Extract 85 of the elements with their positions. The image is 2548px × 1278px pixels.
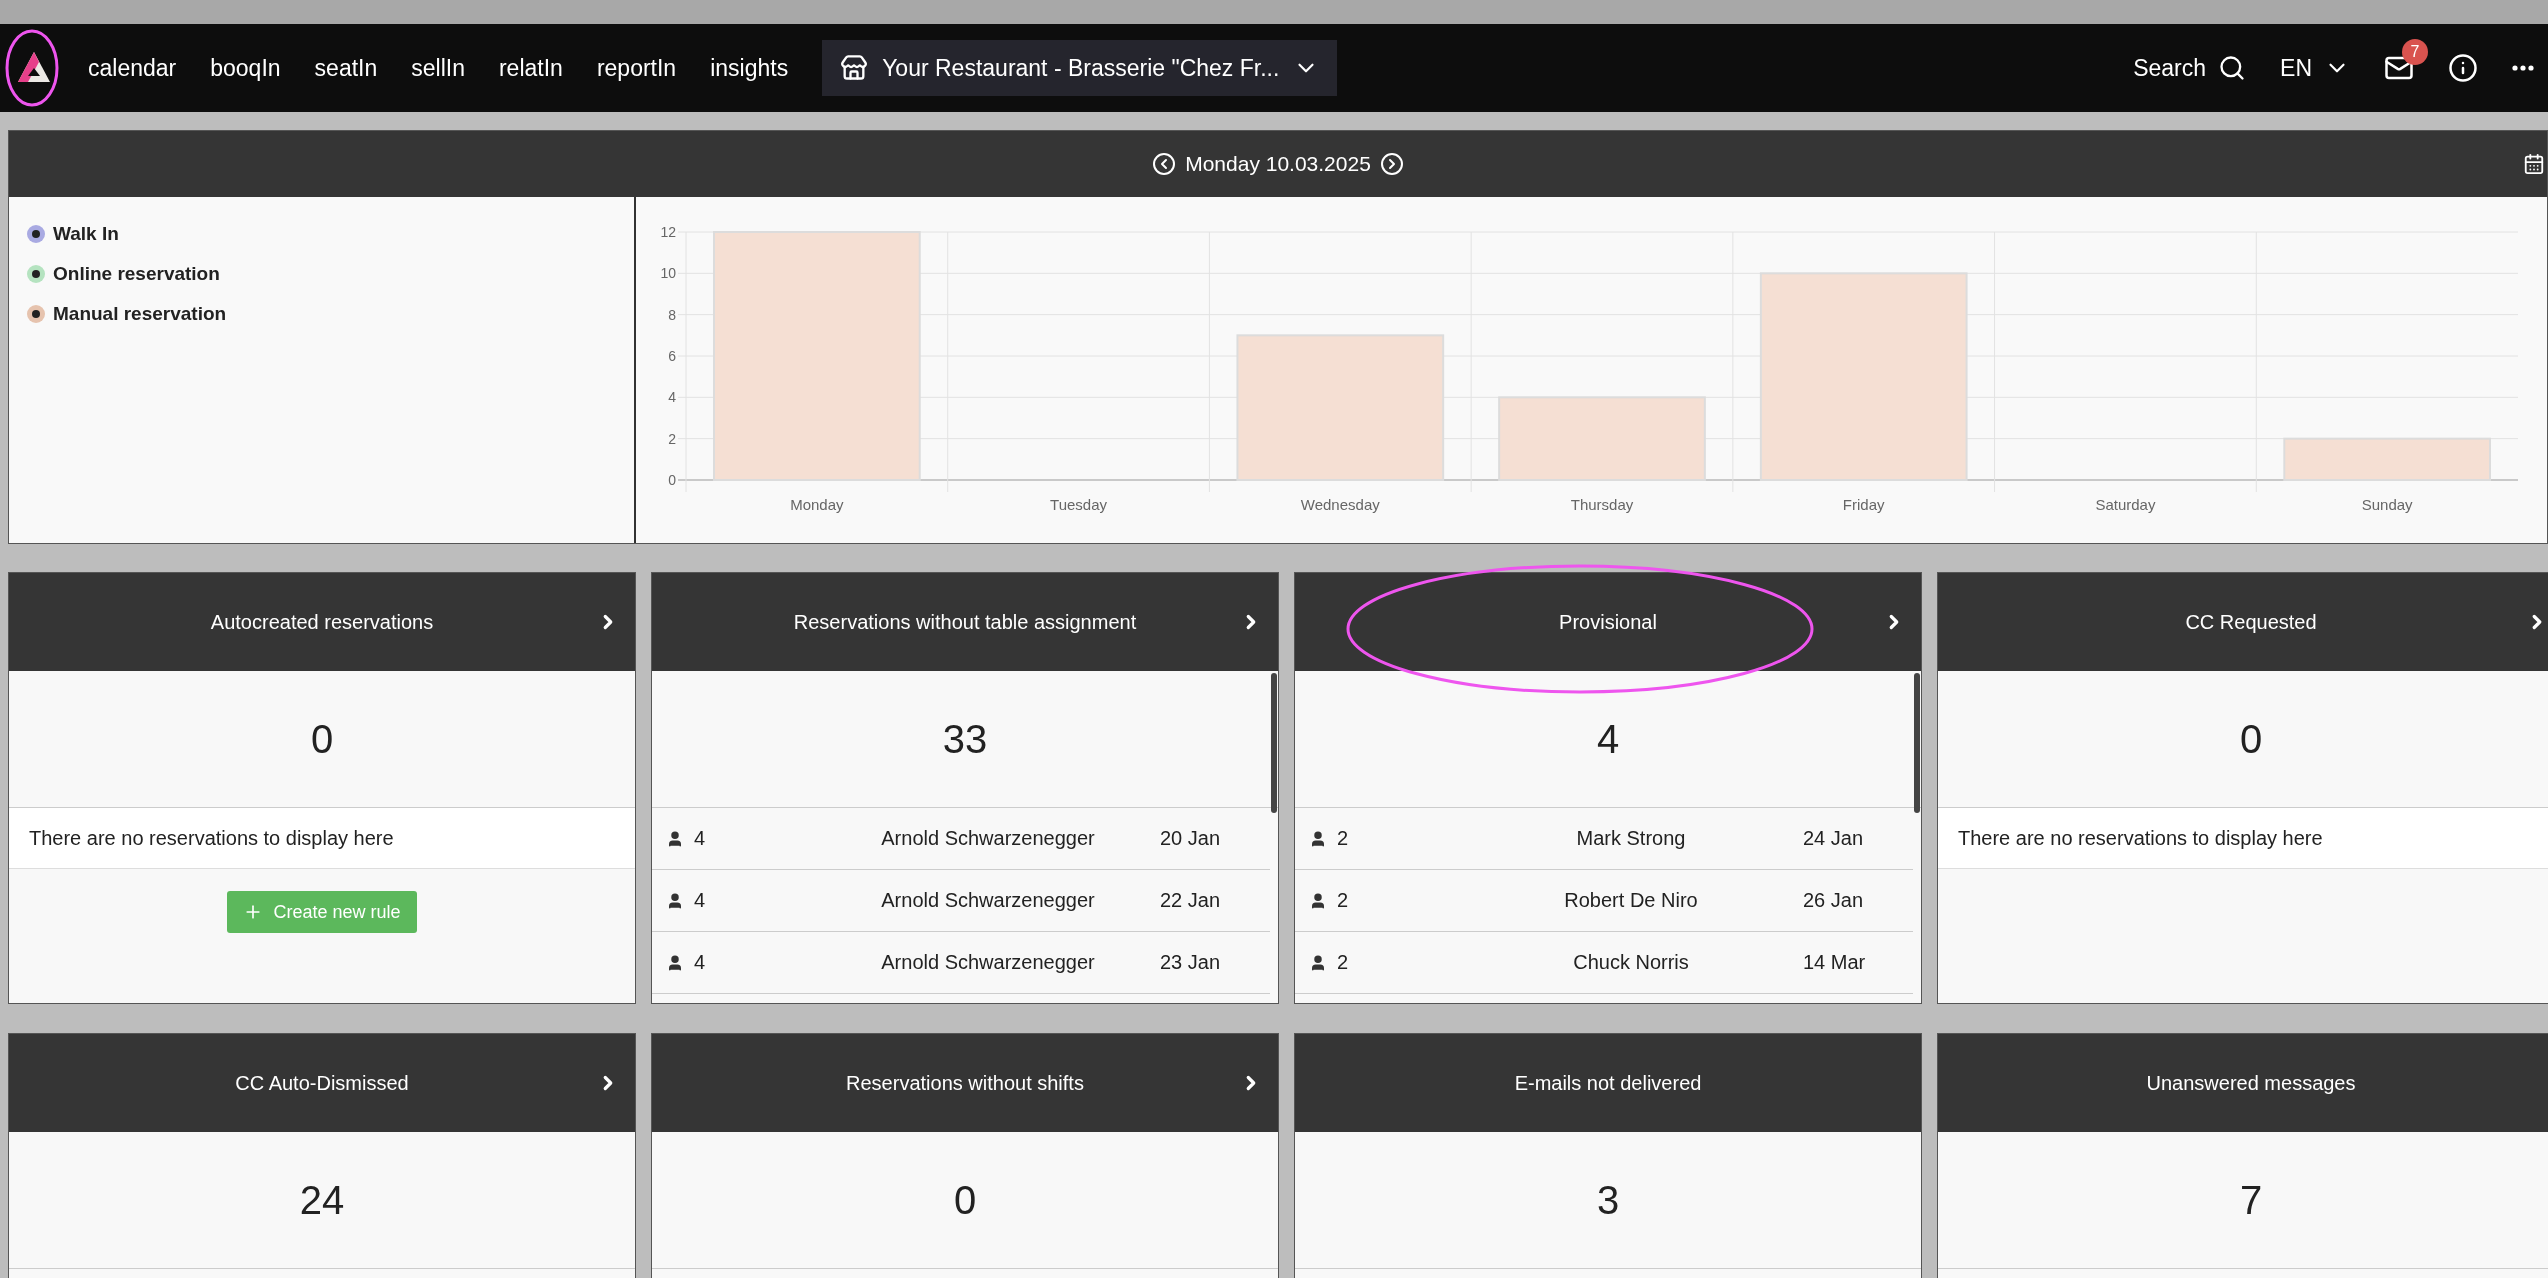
guest-name: Arnold Schwarzenegger	[880, 951, 1096, 974]
guest-name: Arnold Schwarzenegger	[880, 827, 1096, 850]
guest-name: Robert De Niro	[1563, 889, 1699, 912]
search-button[interactable]: Search	[2133, 54, 2247, 82]
calendar-button[interactable]	[2523, 153, 2545, 175]
empty-message: There are no reservations to display here	[1938, 808, 2548, 869]
card-title: CC Auto-Dismissed	[235, 1071, 409, 1095]
nav-link[interactable]: calendar	[88, 54, 177, 82]
person-icon	[666, 953, 684, 972]
person-icon	[666, 829, 684, 848]
nav-link[interactable]: sellIn	[411, 54, 465, 82]
axis-day-label: Saturday	[2095, 496, 2156, 513]
date-label: Monday 10.03.2025	[1185, 152, 1371, 176]
axis-tick-label: 12	[660, 224, 676, 240]
person-icon	[1309, 953, 1327, 972]
nav-link[interactable]: relatIn	[498, 54, 563, 82]
reservation-row[interactable]: 4 Arnold Schwarzenegger 22 Jan	[652, 870, 1270, 932]
guest-count: 4	[694, 889, 706, 912]
reservation-date: 22 Jan	[1160, 889, 1222, 912]
reservation-date: 20 Jan	[1160, 827, 1222, 850]
axis-tick-label: 4	[668, 389, 676, 406]
axis-day-label: Wednesday	[1300, 496, 1380, 513]
axis-day-label: Sunday	[2361, 496, 2413, 513]
axis-day-label: Tuesday	[1050, 496, 1108, 513]
guest-count: 2	[1337, 951, 1349, 974]
card-title: Reservations without table assignment	[793, 610, 1137, 634]
restaurant-selector[interactable]: Your Restaurant - Brasserie "Chez Fr...	[822, 40, 1338, 96]
card-title: Reservations without shifts	[846, 1071, 1084, 1095]
card-title: Unanswered messages	[2146, 1071, 2356, 1095]
reservation-date: 26 Jan	[1803, 889, 1865, 912]
axis-tick-label: 10	[660, 265, 676, 282]
person-icon	[1309, 891, 1327, 910]
nav-link[interactable]: booqIn	[210, 54, 281, 82]
scrollbar-thumb[interactable]	[1271, 673, 1277, 813]
legend-label: Manual reservation	[53, 303, 227, 325]
previous-day-button[interactable]	[1153, 153, 1176, 175]
reservation-count: 3	[1295, 1132, 1921, 1269]
unread-badge: 7	[2402, 39, 2428, 65]
more-icon	[2512, 65, 2534, 71]
guest-name: Mark Strong	[1575, 827, 1687, 850]
reservation-row[interactable]: 4 Arnold Schwarzenegger 20 Jan	[652, 808, 1270, 870]
card-title: CC Requested	[2185, 610, 2317, 634]
axis-tick-label: 8	[668, 306, 676, 323]
guest-name: Chuck Norris	[1572, 951, 1690, 974]
reservation-date: 23 Jan	[1160, 951, 1222, 974]
guest-count: 4	[694, 827, 706, 850]
empty-message: There are no reservations to display here	[9, 808, 635, 869]
scrollbar-thumb[interactable]	[1914, 673, 1920, 813]
store-icon	[840, 54, 869, 82]
axis-tick-label: 2	[668, 430, 676, 447]
more-button[interactable]	[2512, 65, 2534, 71]
search-icon	[2218, 54, 2247, 82]
next-day-button[interactable]	[1380, 153, 1403, 175]
card-title: Autocreated reservations	[210, 610, 434, 634]
person-icon	[1309, 829, 1327, 848]
reservation-count: 7	[1938, 1132, 2548, 1269]
reservation-row[interactable]: 2 Robert De Niro 26 Jan	[1295, 870, 1913, 932]
card-title: E-mails not delivered	[1514, 1071, 1702, 1095]
person-icon	[666, 891, 684, 910]
axis-tick-label: 6	[668, 348, 676, 364]
guest-count: 4	[694, 951, 706, 974]
language-selector[interactable]: EN	[2280, 54, 2350, 82]
axis-tick-label: 0	[668, 472, 676, 488]
calendar-icon	[2523, 153, 2545, 175]
info-icon	[2448, 53, 2478, 83]
reservation-date: 14 Mar	[1803, 951, 1867, 974]
guest-name: Arnold Schwarzenegger	[880, 889, 1096, 912]
nav-link[interactable]: reportIn	[596, 54, 677, 82]
nav-link[interactable]: seatIn	[314, 54, 378, 82]
reservation-count: 24	[9, 1132, 635, 1269]
legend-label: Online reservation	[53, 263, 220, 285]
info-button[interactable]	[2448, 53, 2478, 83]
guest-count: 2	[1337, 827, 1349, 850]
card-title: Provisional	[1559, 610, 1657, 634]
reservation-date: 24 Jan	[1803, 827, 1865, 850]
legend-label: Walk In	[53, 223, 119, 245]
reservation-row[interactable]: 2 Chuck Norris 14 Mar	[1295, 932, 1913, 994]
axis-day-label: Monday	[790, 496, 844, 513]
reservation-row[interactable]: 4 Arnold Schwarzenegger 23 Jan	[652, 932, 1270, 994]
reservation-count: 0	[652, 1132, 1278, 1269]
nav-link[interactable]: insights	[710, 54, 789, 82]
axis-day-label: Friday	[1842, 496, 1885, 513]
guest-count: 2	[1337, 889, 1349, 912]
reservation-row[interactable]: 2 Mark Strong 24 Jan	[1295, 808, 1913, 870]
axis-day-label: Thursday	[1570, 496, 1634, 513]
